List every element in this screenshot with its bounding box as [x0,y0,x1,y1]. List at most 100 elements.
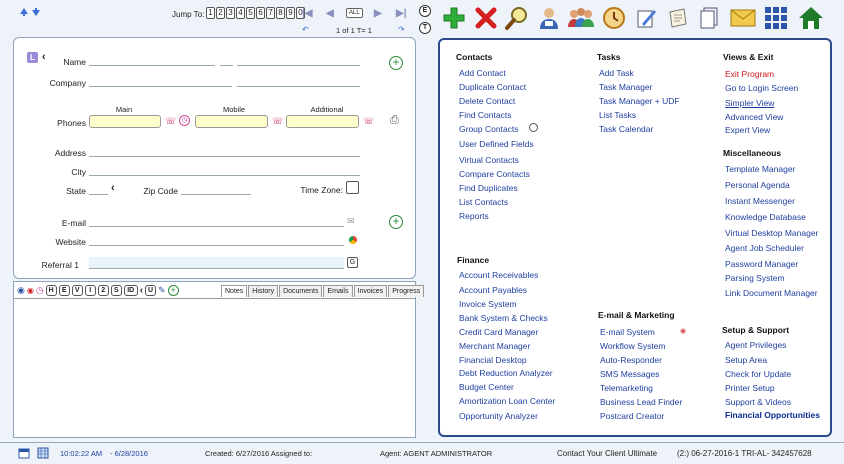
refresh-right-icon[interactable]: ↷ [398,25,405,34]
h-button[interactable]: H [45,285,57,296]
menu-agent-privileges[interactable]: Agent Privileges [725,340,786,350]
menu-email-system[interactable]: E-mail System [600,327,655,337]
l-badge[interactable]: L [27,52,38,63]
menu-bank-system[interactable]: Bank System & Checks [459,313,548,323]
menu-postcard-creator[interactable]: Postcard Creator [600,411,664,421]
v-button[interactable]: V [71,285,83,296]
jump-page-button[interactable]: 1 [206,7,215,19]
menu-support-videos[interactable]: Support & Videos [725,397,791,407]
website-field[interactable] [89,235,344,246]
round-t-icon[interactable]: T [419,22,431,34]
menu-template-manager[interactable]: Template Manager [725,164,795,174]
menu-auto-responder[interactable]: Auto-Responder [600,355,662,365]
menu-sms-messages[interactable]: SMS Messages [600,369,660,379]
all-button[interactable]: ALL [346,8,363,18]
grid-calendar-icon[interactable] [37,447,49,459]
tab-progress[interactable]: Progress [388,285,425,297]
menu-virtual-contacts[interactable]: Virtual Contacts [459,155,519,165]
phone-icon[interactable]: ☏ [165,116,176,127]
middle-initial-field[interactable] [220,55,233,66]
notes-icon[interactable] [664,4,692,32]
email-field[interactable] [89,216,344,227]
tab-invoices[interactable]: Invoices [353,285,388,297]
u-button[interactable]: U [145,285,157,296]
menu-workflow-system[interactable]: Workflow System [600,341,666,351]
last-name-field[interactable] [237,55,360,66]
menu-list-contacts[interactable]: List Contacts [459,197,508,207]
menu-find-contacts[interactable]: Find Contacts [459,110,511,120]
menu-user-defined-fields[interactable]: User Defined Fields [459,139,534,149]
address-field[interactable] [89,146,360,157]
menu-password-manager[interactable]: Password Manager [725,259,798,269]
notes-chevron-icon[interactable]: ‹ [140,285,143,296]
arrow-down-icon[interactable] [31,7,41,17]
printer-icon[interactable]: ⎙ [390,114,399,127]
tab-documents[interactable]: Documents [279,285,323,297]
menu-group-contacts[interactable]: Group Contacts [459,124,519,134]
city-field[interactable] [89,165,360,176]
menu-parsing-system[interactable]: Parsing System [725,273,785,283]
referral-field[interactable] [89,257,344,269]
last-record-icon[interactable]: ▶| [396,8,407,19]
menu-task-calendar[interactable]: Task Calendar [599,124,653,134]
menu-personal-agenda[interactable]: Personal Agenda [725,180,790,190]
menu-exit-program[interactable]: Exit Program [725,69,774,79]
tab-emails[interactable]: Emails [323,285,353,297]
additional-phone-icon[interactable]: ☏ [363,116,374,127]
jump-page-button[interactable]: 3 [226,7,235,19]
i-button[interactable]: I [84,285,96,296]
tab-history[interactable]: History [248,285,279,297]
state-chevron-icon[interactable]: ‹ [111,182,115,194]
menu-virtual-desktop[interactable]: Virtual Desktop Manager [725,228,818,238]
menu-expert-view[interactable]: Expert View [725,125,770,135]
menu-list-tasks[interactable]: List Tasks [599,110,636,120]
g-button[interactable]: G [347,257,358,268]
round-e-icon[interactable]: E [419,5,431,17]
menu-task-manager-udf[interactable]: Task Manager + UDF [599,96,680,106]
prev-record-icon[interactable]: ◀ [326,8,334,19]
grid-icon[interactable] [762,4,790,32]
e-button[interactable]: E [58,285,70,296]
note-edit-icon[interactable]: ✎ [158,285,166,296]
refresh-left-icon[interactable]: ↶ [302,25,309,34]
menu-add-contact[interactable]: Add Contact [459,68,506,78]
group-icon[interactable] [567,4,595,32]
menu-link-document-manager[interactable]: Link Document Manager [725,288,818,298]
user-icon[interactable] [535,4,563,32]
timezone-checkbox[interactable] [346,181,359,194]
main-phone-field[interactable] [89,115,161,128]
menu-account-payables[interactable]: Account Payables [459,285,527,295]
eye-icon[interactable]: ◉ [17,285,25,296]
menu-account-receivables[interactable]: Account Receivables [459,270,538,280]
menu-setup-area[interactable]: Setup Area [725,355,767,365]
menu-business-lead-finder[interactable]: Business Lead Finder [600,397,682,407]
menu-compare-contacts[interactable]: Compare Contacts [459,169,530,179]
notes-text-area[interactable] [14,298,415,437]
add-email-icon[interactable]: + [389,215,403,229]
first-name-field[interactable] [89,55,215,66]
menu-reports[interactable]: Reports [459,211,489,221]
arrow-up-icon[interactable] [19,7,29,17]
id-button[interactable]: ID [123,285,138,296]
add-icon[interactable] [440,4,468,32]
state-field[interactable] [89,184,108,195]
calendar-icon[interactable] [18,447,30,459]
menu-find-duplicates[interactable]: Find Duplicates [459,183,518,193]
edit-icon[interactable] [632,4,660,32]
menu-delete-contact[interactable]: Delete Contact [459,96,515,106]
menu-agent-job-scheduler[interactable]: Agent Job Scheduler [725,243,804,253]
group-radio-icon[interactable] [529,123,538,132]
envelope-icon[interactable]: ✉ [347,216,355,227]
menu-amortization[interactable]: Amortization Loan Center [459,396,555,406]
add-note-icon[interactable]: + [167,285,179,296]
documents-icon[interactable] [696,4,724,32]
menu-task-manager[interactable]: Task Manager [599,82,652,92]
menu-merchant-manager[interactable]: Merchant Manager [459,341,530,351]
menu-check-update[interactable]: Check for Update [725,369,791,379]
jump-page-button[interactable]: 9 [286,7,295,19]
menu-add-task[interactable]: Add Task [599,68,634,78]
additional-phone-field[interactable] [286,115,359,128]
menu-instant-messenger[interactable]: Instant Messenger [725,196,795,206]
menu-credit-card-manager[interactable]: Credit Card Manager [459,327,538,337]
record-icon[interactable]: ◉ [27,286,34,295]
